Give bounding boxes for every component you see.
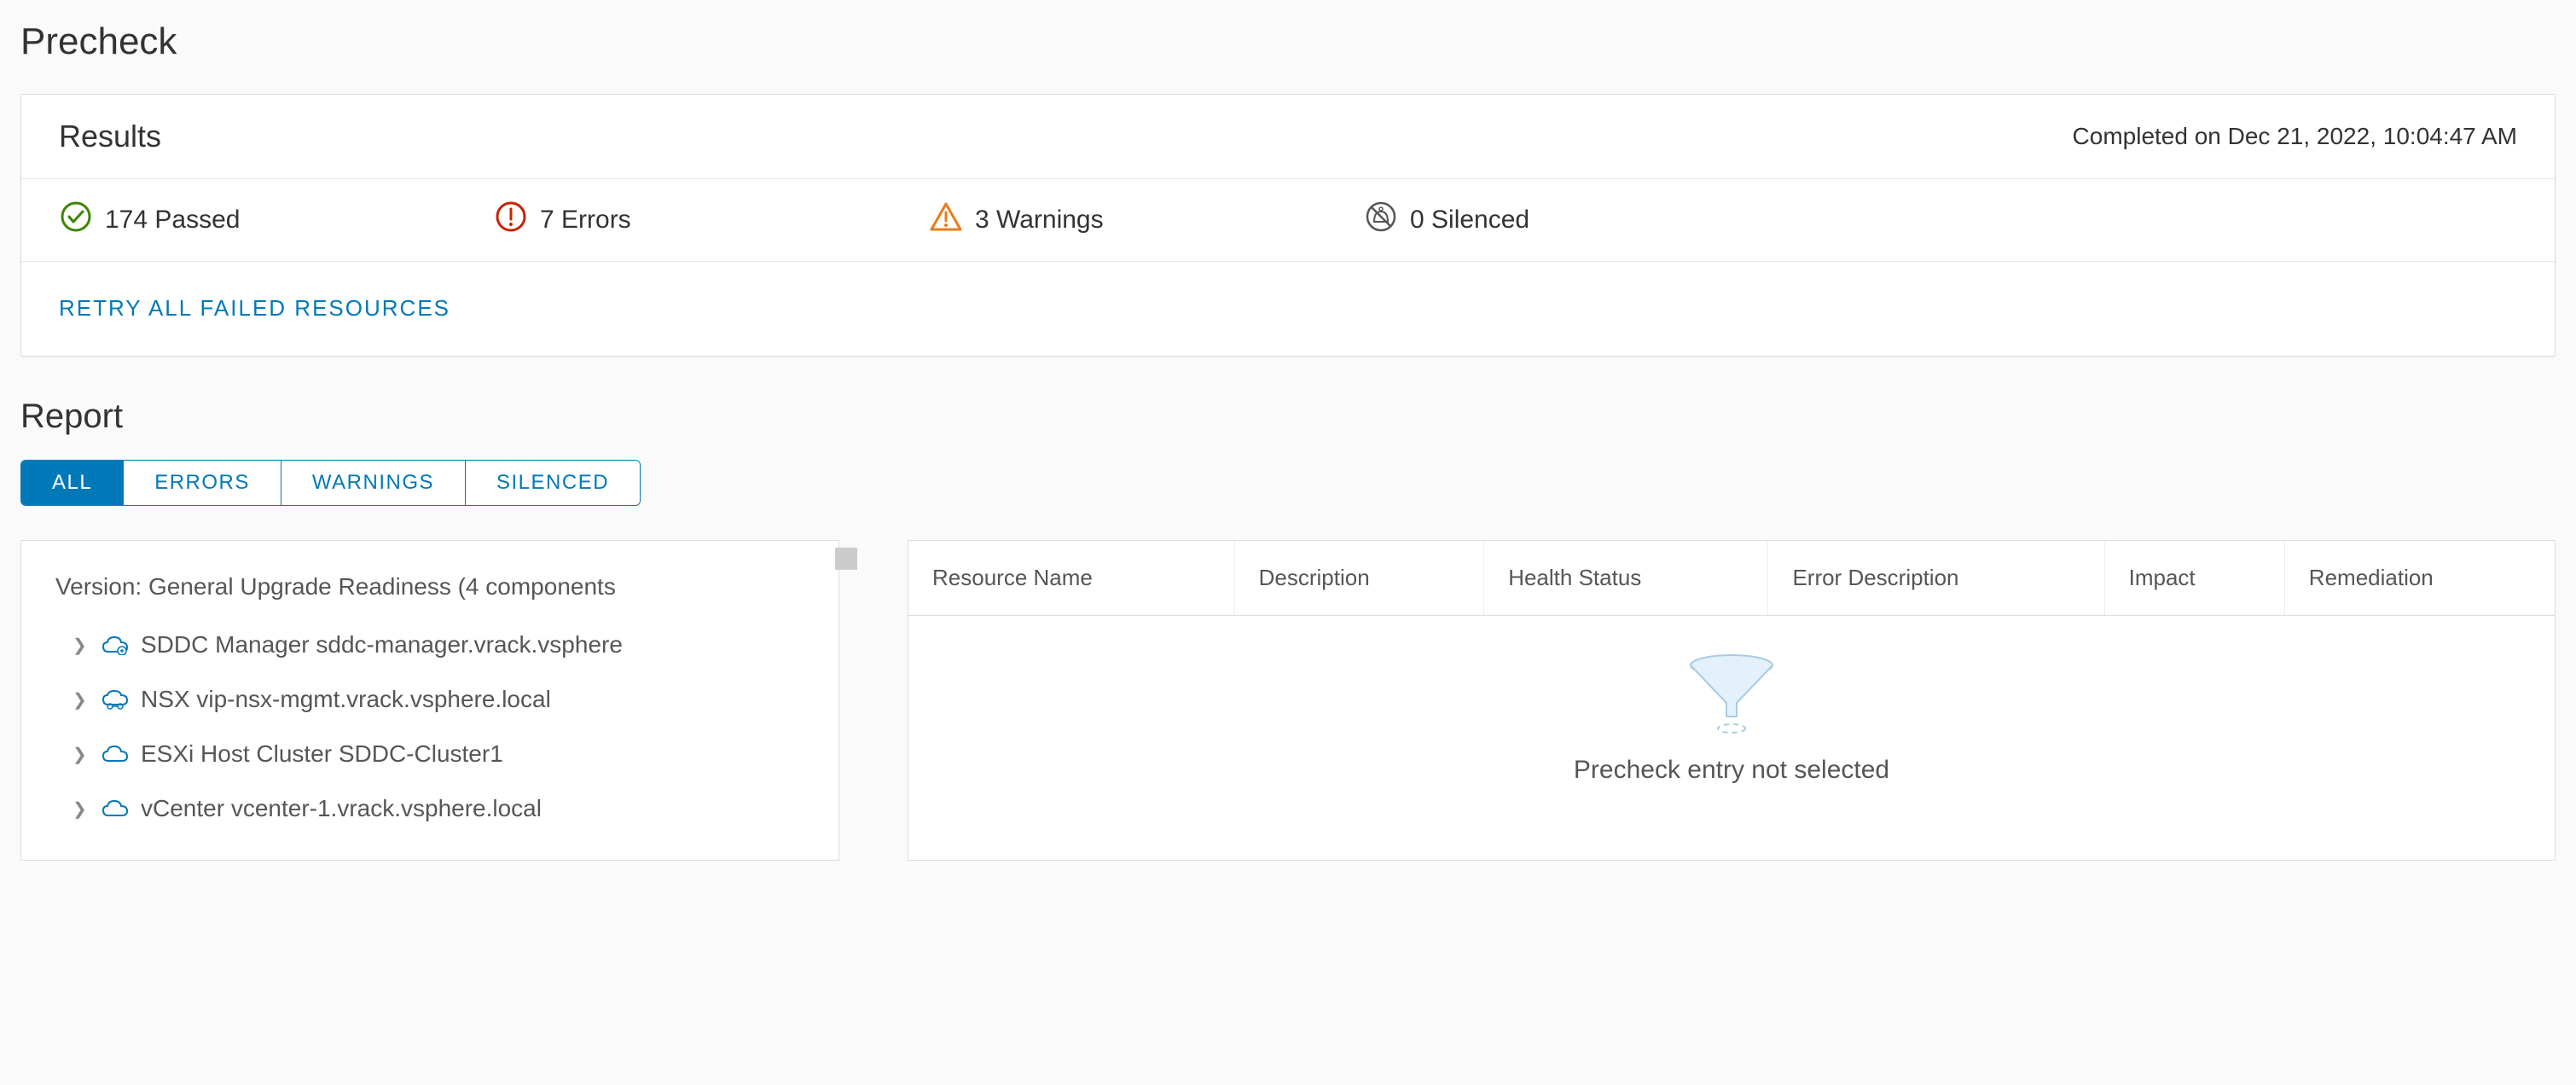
tree-item-vcenter[interactable]: ❯ vCenter vcenter-1.vrack.vsphere.local xyxy=(38,781,821,836)
summary-errors: 7 Errors xyxy=(494,200,929,241)
report-title: Report xyxy=(20,397,2556,436)
tree-item-label: ESXi Host Cluster SDDC-Cluster1 xyxy=(141,740,503,768)
tree-root: Version: General Upgrade Readiness (4 co… xyxy=(38,565,821,618)
col-resource[interactable]: Resource Name xyxy=(908,541,1234,616)
tree-item-label: NSX vip-nsx-mgmt.vrack.vsphere.local xyxy=(141,686,551,713)
tree-item-sddc-manager[interactable]: ❯ SDDC Manager sddc-manager.vrack.vspher… xyxy=(38,618,821,672)
tree-item-label: vCenter vcenter-1.vrack.vsphere.local xyxy=(141,795,542,822)
report-tabs: ALL ERRORS WARNINGS SILENCED xyxy=(20,460,641,506)
tab-errors[interactable]: ERRORS xyxy=(124,461,281,505)
cloud-icon xyxy=(102,635,129,655)
tab-warnings[interactable]: WARNINGS xyxy=(281,461,466,505)
retry-all-button[interactable]: RETRY ALL FAILED RESOURCES xyxy=(59,295,450,321)
filter-funnel-icon xyxy=(908,650,2555,735)
summary-warnings: 3 Warnings xyxy=(929,200,1364,241)
summary-row: 174 Passed 7 Errors 3 Warnings 0 Silence… xyxy=(21,179,2555,262)
col-impact[interactable]: Impact xyxy=(2104,541,2284,616)
summary-silenced-label: 0 Silenced xyxy=(1410,206,1529,235)
tab-all[interactable]: ALL xyxy=(21,461,124,505)
summary-passed-label: 174 Passed xyxy=(105,206,240,235)
empty-state: Precheck entry not selected xyxy=(908,616,2555,833)
summary-warnings-label: 3 Warnings xyxy=(975,206,1104,235)
col-health[interactable]: Health Status xyxy=(1484,541,1768,616)
page-title: Precheck xyxy=(20,20,2556,63)
summary-silenced: 0 Silenced xyxy=(1364,200,1799,241)
results-header: Results Completed on Dec 21, 2022, 10:04… xyxy=(21,95,2555,179)
col-remediation[interactable]: Remediation xyxy=(2284,541,2555,616)
tree-item-label: SDDC Manager sddc-manager.vrack.vsphere xyxy=(141,631,623,659)
cloud-network-icon xyxy=(102,689,129,710)
detail-panel: Resource Name Description Health Status … xyxy=(908,540,2556,861)
detail-table: Resource Name Description Health Status … xyxy=(908,541,2555,616)
chevron-right-icon: ❯ xyxy=(73,744,90,765)
tree-panel: Version: General Upgrade Readiness (4 co… xyxy=(20,540,839,861)
chevron-right-icon: ❯ xyxy=(73,689,90,711)
chevron-right-icon: ❯ xyxy=(73,635,90,656)
col-errordesc[interactable]: Error Description xyxy=(1768,541,2104,616)
check-circle-icon xyxy=(59,200,93,241)
cloud-icon xyxy=(102,798,129,819)
results-title: Results xyxy=(59,119,161,154)
silenced-bell-icon xyxy=(1364,200,1398,241)
error-circle-icon xyxy=(494,200,528,241)
empty-text: Precheck entry not selected xyxy=(908,756,2555,785)
warning-triangle-icon xyxy=(929,200,963,241)
results-actions: RETRY ALL FAILED RESOURCES xyxy=(21,262,2555,356)
col-description[interactable]: Description xyxy=(1234,541,1484,616)
results-timestamp: Completed on Dec 21, 2022, 10:04:47 AM xyxy=(2073,123,2517,150)
tab-silenced[interactable]: SILENCED xyxy=(466,461,640,505)
report-body: Version: General Upgrade Readiness (4 co… xyxy=(20,540,2556,861)
summary-passed: 174 Passed xyxy=(59,200,494,241)
chevron-right-icon: ❯ xyxy=(73,798,90,820)
cloud-icon xyxy=(102,744,129,764)
tree-item-esxi[interactable]: ❯ ESXi Host Cluster SDDC-Cluster1 xyxy=(38,727,821,781)
results-card: Results Completed on Dec 21, 2022, 10:04… xyxy=(20,94,2556,357)
summary-errors-label: 7 Errors xyxy=(540,206,631,235)
tree-item-nsx[interactable]: ❯ NSX vip-nsx-mgmt.vrack.vsphere.local xyxy=(38,672,821,727)
scrollbar-thumb[interactable] xyxy=(835,548,857,570)
